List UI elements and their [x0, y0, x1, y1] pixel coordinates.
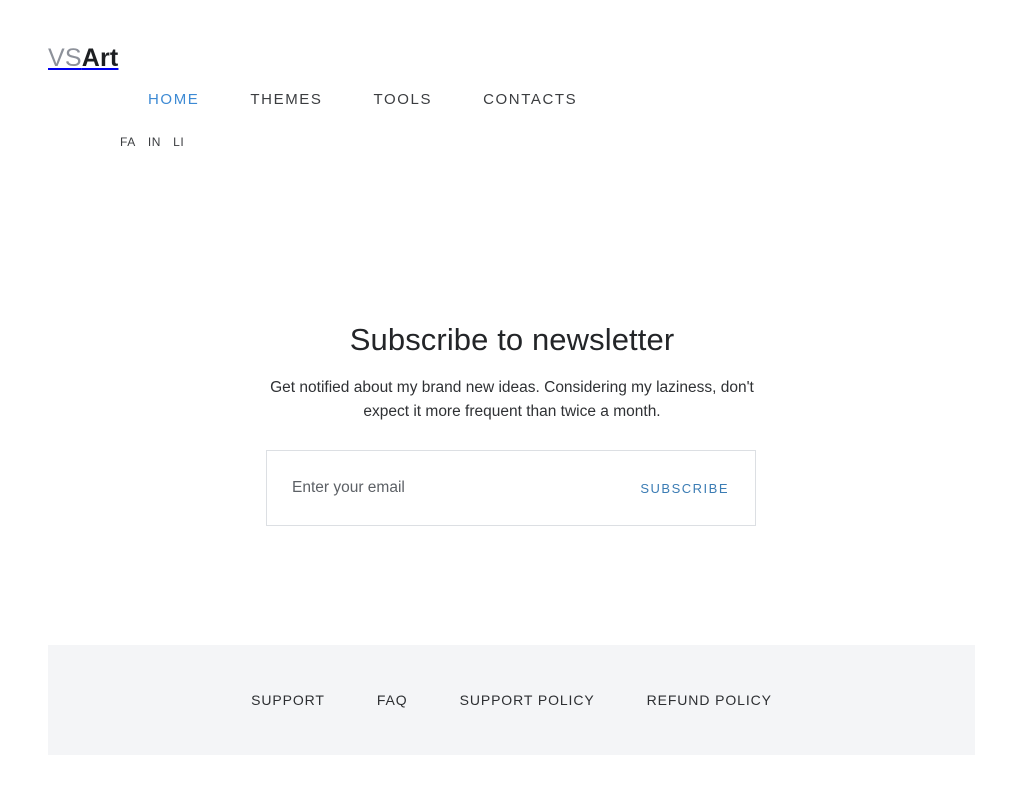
nav-item-home[interactable]: HOME — [148, 91, 199, 109]
footer-navigation: SUPPORT FAQ SUPPORT POLICY REFUND POLICY — [48, 645, 975, 755]
subscribe-button[interactable]: SUBSCRIBE — [630, 481, 755, 496]
page-title: Subscribe to newsletter — [349, 322, 675, 357]
logo-text-vs: VS — [48, 44, 82, 72]
subscribe-form: SUBSCRIBE — [266, 450, 756, 526]
logo-text-art: Art — [81, 44, 119, 72]
newsletter-description: Get notified about my brand new ideas. C… — [270, 379, 754, 420]
main-navigation: HOME THEMES TOOLS CONTACTS — [148, 91, 577, 109]
social-link-linkedin[interactable]: LI — [173, 134, 184, 150]
email-input[interactable] — [267, 451, 631, 525]
nav-item-contacts[interactable]: CONTACTS — [483, 91, 577, 109]
nav-item-themes[interactable]: THEMES — [250, 91, 322, 109]
footer-link-refund-policy[interactable]: REFUND POLICY — [647, 691, 772, 709]
site-footer: SUPPORT FAQ SUPPORT POLICY REFUND POLICY — [48, 645, 975, 755]
nav-item-tools[interactable]: TOOLS — [374, 91, 433, 109]
footer-link-support[interactable]: SUPPORT — [251, 691, 325, 709]
social-link-facebook[interactable]: FA — [120, 134, 136, 150]
social-links: FA IN LI — [120, 133, 190, 151]
social-link-instagram[interactable]: IN — [148, 134, 161, 150]
site-logo[interactable]: VSArt — [48, 43, 118, 73]
newsletter-section: Subscribe to newsletter Get notified abo… — [0, 318, 1024, 526]
footer-link-support-policy[interactable]: SUPPORT POLICY — [460, 691, 595, 709]
footer-link-faq[interactable]: FAQ — [377, 691, 408, 709]
